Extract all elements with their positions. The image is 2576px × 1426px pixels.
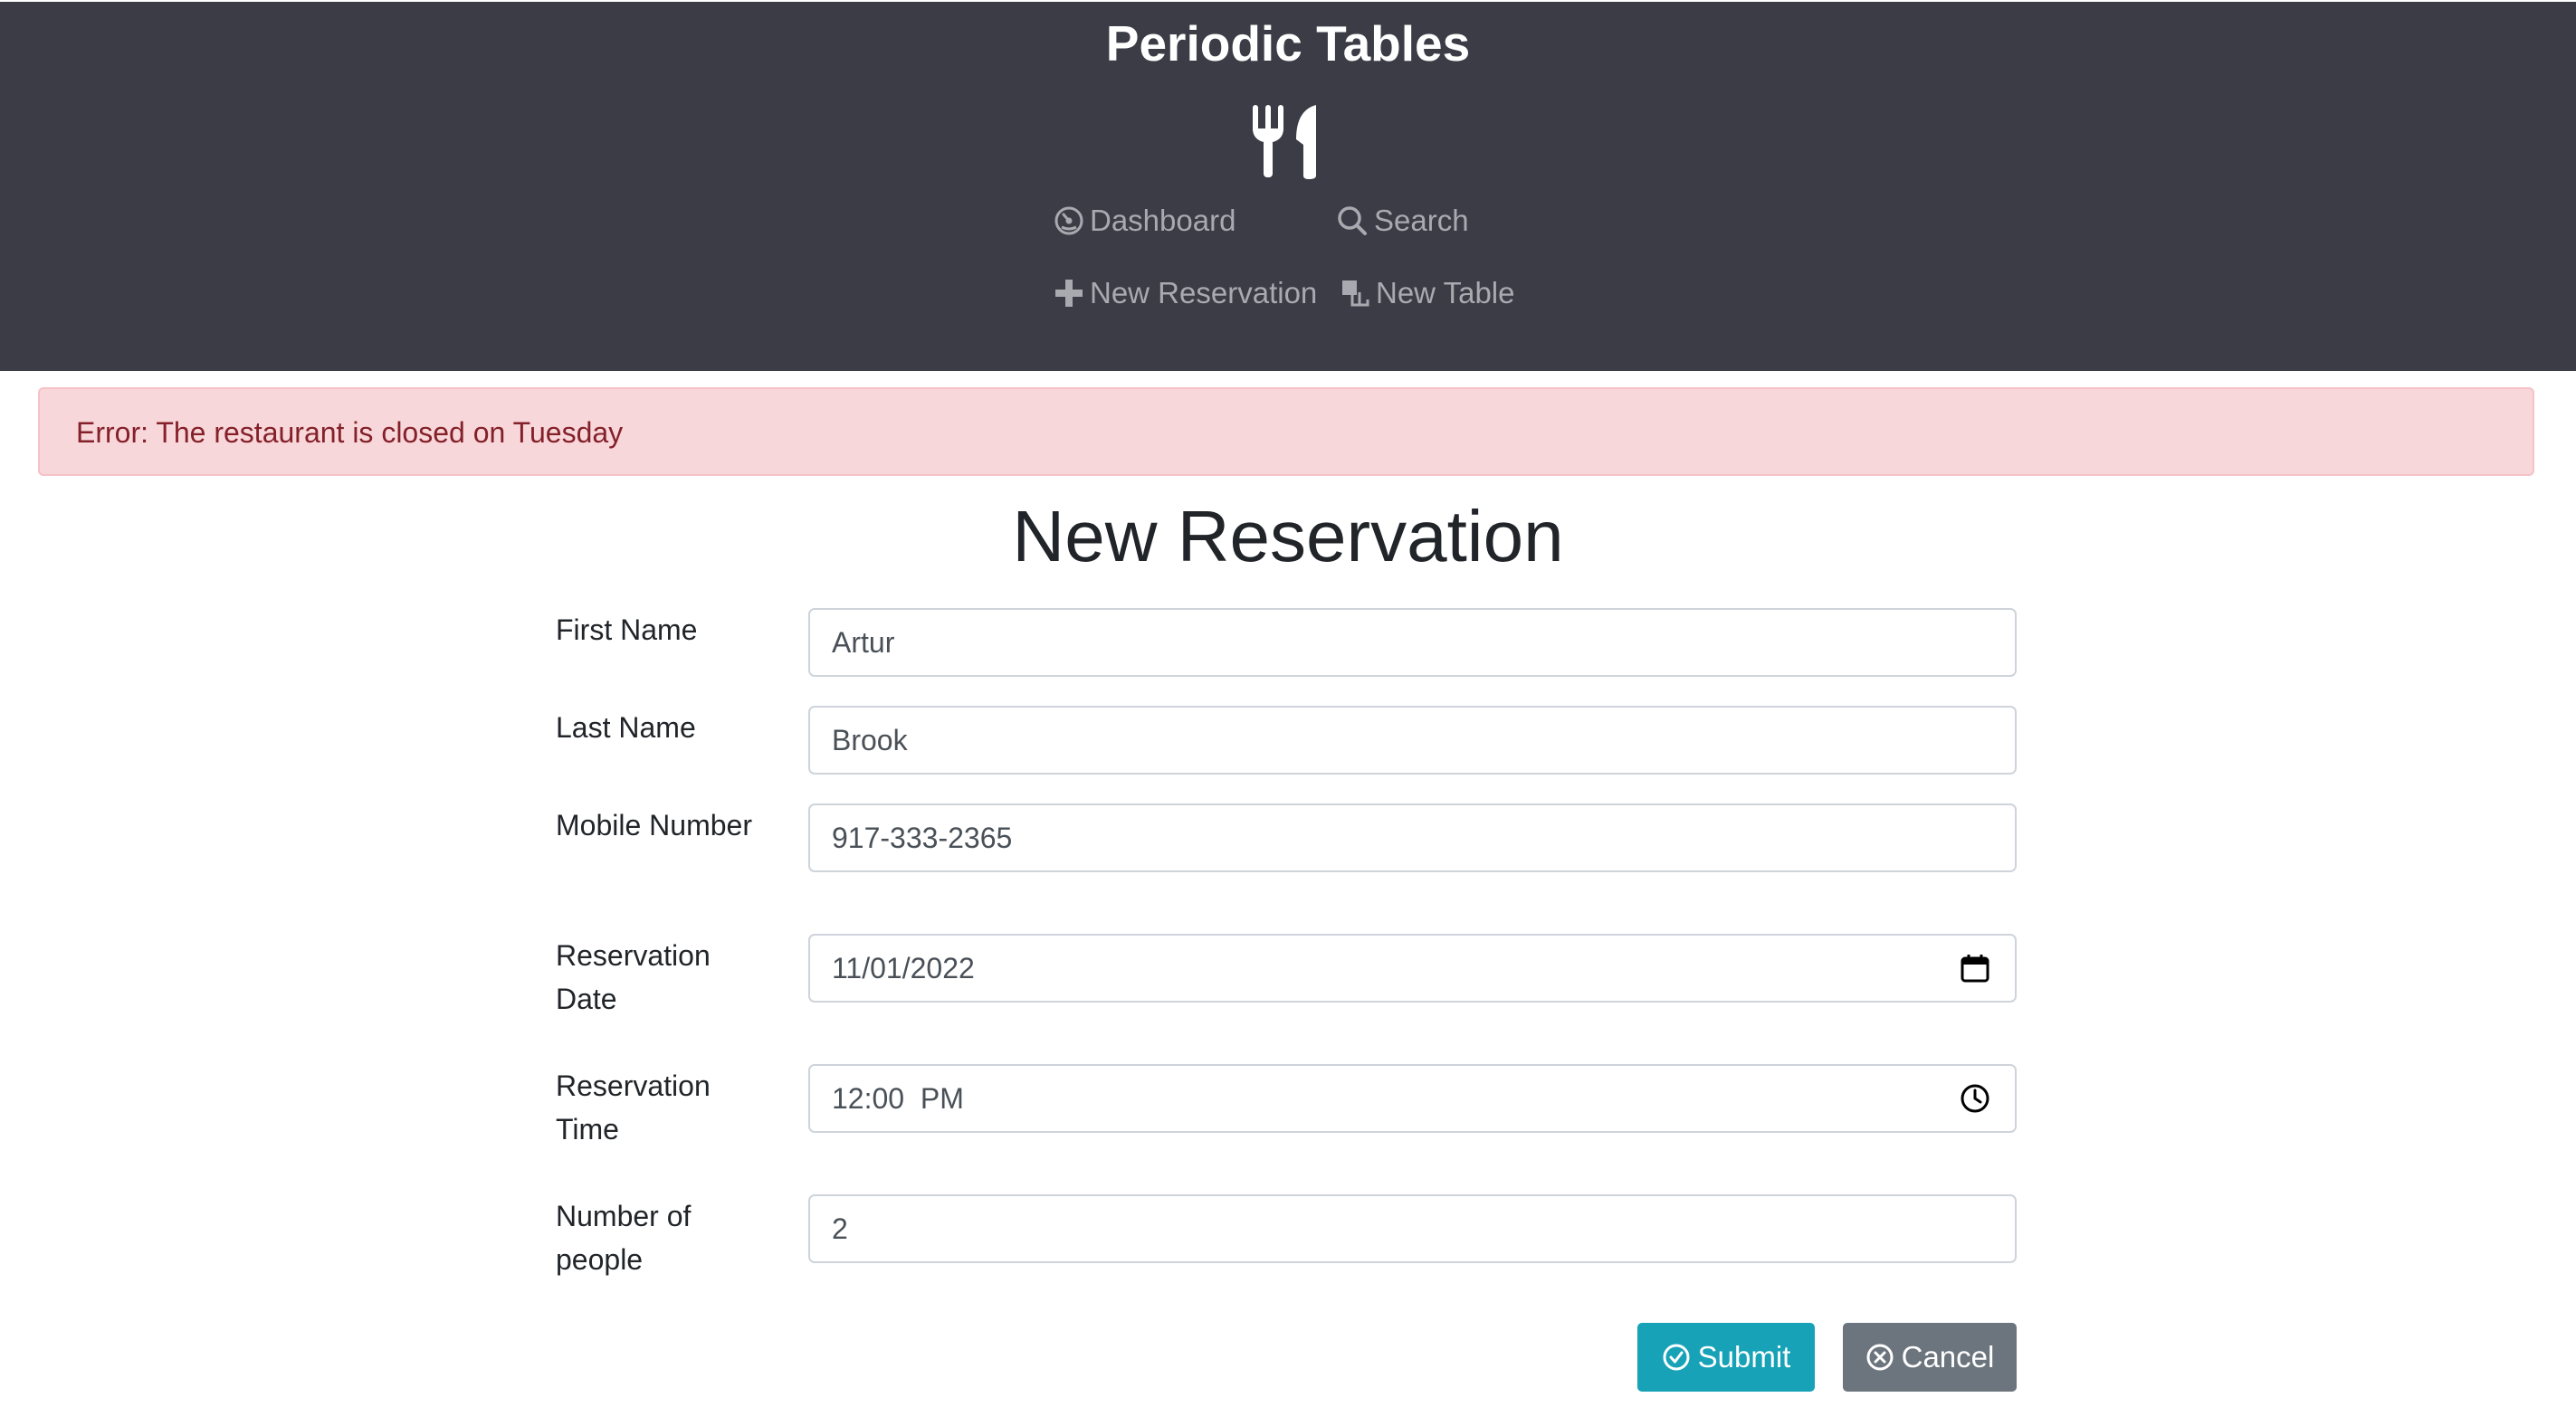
submit-button[interactable]: Submit xyxy=(1637,1323,1815,1392)
dashboard-icon xyxy=(1054,206,1083,235)
search-icon xyxy=(1338,206,1367,235)
error-alert: Error: The restaurant is closed on Tuesd… xyxy=(38,387,2534,476)
reservation-date-input[interactable] xyxy=(808,934,2017,1003)
first-name-label: First Name xyxy=(556,613,698,646)
error-message: Error: The restaurant is closed on Tuesd… xyxy=(76,416,624,449)
nav-new-reservation-label: New Reservation xyxy=(1090,276,1318,309)
nav-dashboard-label: Dashboard xyxy=(1090,204,1236,237)
plus-icon xyxy=(1055,280,1083,307)
check-circle-icon xyxy=(1663,1344,1690,1371)
nav-new-reservation[interactable]: New Reservation xyxy=(1054,275,1317,311)
cancel-button[interactable]: Cancel xyxy=(1843,1323,2017,1392)
x-circle-icon xyxy=(1866,1344,1894,1371)
nav-dashboard[interactable]: Dashboard xyxy=(1054,203,1236,239)
last-name-label: Last Name xyxy=(556,711,696,744)
layers-icon xyxy=(1342,280,1369,307)
party-size-input[interactable] xyxy=(808,1194,2017,1263)
page-title: New Reservation xyxy=(1012,496,1564,576)
nav-new-table[interactable]: New Table xyxy=(1340,275,1514,311)
reservation-time-label: Reservation Time xyxy=(556,1070,711,1146)
nav-search-label: Search xyxy=(1374,204,1469,237)
submit-button-label: Submit xyxy=(1697,1340,1791,1374)
first-name-input[interactable] xyxy=(808,608,2017,677)
brand-title[interactable]: Periodic Tables xyxy=(0,14,2576,72)
clock-icon[interactable] xyxy=(1959,1082,1991,1115)
last-name-input[interactable] xyxy=(808,706,2017,775)
mobile-number-label: Mobile Number xyxy=(556,809,752,841)
utensils-icon xyxy=(1253,105,1316,179)
reservation-date-label: Reservation Date xyxy=(556,939,711,1015)
party-size-label: Number of people xyxy=(556,1200,692,1276)
calendar-icon[interactable] xyxy=(1959,952,1991,984)
cancel-button-label: Cancel xyxy=(1901,1340,1995,1374)
mobile-number-input[interactable] xyxy=(808,803,2017,872)
reservation-time-input[interactable] xyxy=(808,1064,2017,1133)
top-navbar: Periodic Tables Dashboard Search New Res… xyxy=(0,2,2576,371)
nav-search[interactable]: Search xyxy=(1336,203,1469,239)
nav-new-table-label: New Table xyxy=(1376,276,1515,309)
